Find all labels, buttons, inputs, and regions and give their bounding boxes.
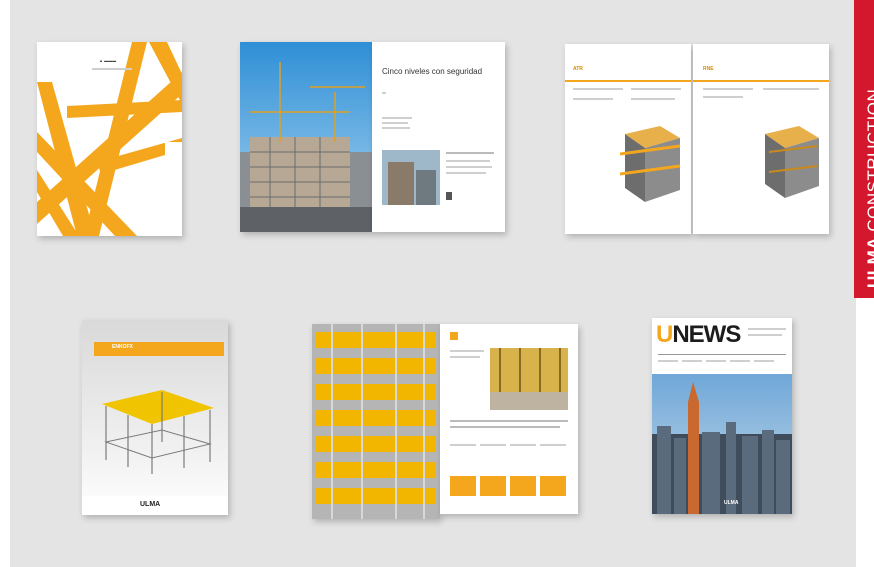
text-line	[631, 88, 681, 90]
brochure-cover-unews: UNEWS ULMA	[652, 318, 792, 514]
text-line	[730, 360, 750, 362]
unews-title: UNEWS	[656, 321, 741, 348]
text-line	[446, 152, 494, 154]
table-formwork-render	[102, 390, 214, 474]
feature-tile	[540, 476, 566, 496]
brochure-cover-table-formwork: ENKOFX ULMA	[82, 320, 228, 515]
spread5-right-page	[440, 324, 578, 514]
text-line	[450, 350, 484, 352]
text-line	[573, 98, 613, 100]
cover-logo: ▲ ▬▬▬	[99, 58, 117, 63]
left-product-code: ATR	[573, 66, 583, 72]
qr-code-icon	[446, 192, 452, 200]
text-line	[446, 172, 486, 174]
title-rest: NEWS	[672, 321, 741, 348]
text-line	[450, 356, 480, 358]
formwork-render	[765, 126, 819, 198]
feature-tile	[510, 476, 536, 496]
header-rule	[658, 354, 786, 355]
text-line	[573, 88, 623, 90]
brand-bold: ULMA	[864, 236, 874, 288]
text-line	[446, 166, 492, 168]
cover-product-name: ENKOFX	[112, 344, 133, 350]
feature-tile	[480, 476, 506, 496]
scaffolding-photo	[312, 324, 440, 519]
section-marker	[450, 332, 458, 340]
brand-sidebar: ULMA CONSTRUCTION	[854, 0, 874, 298]
spread5-left-photo	[312, 324, 440, 519]
formwork-render	[620, 126, 681, 202]
text-line	[706, 360, 726, 362]
feature-tile	[450, 476, 476, 496]
text-line	[763, 88, 819, 90]
text-line	[480, 444, 506, 446]
title-accent: U	[656, 321, 673, 348]
text-line	[382, 117, 412, 119]
text-line	[682, 360, 702, 362]
spread2-left-photo	[240, 42, 372, 232]
bullet-line	[382, 92, 386, 94]
inset-building-photo	[382, 150, 440, 205]
cover-header-band: ENKOFX	[94, 342, 224, 356]
city-skyline-photo	[652, 374, 792, 514]
text-line	[450, 444, 476, 446]
brand-wordmark: ULMA CONSTRUCTION	[864, 89, 874, 288]
spread2-heading: Cinco niveles con seguridad	[382, 67, 483, 76]
right-product-code: RNE	[703, 66, 714, 72]
text-line	[754, 360, 774, 362]
spread3-right-page: RNE	[693, 44, 829, 234]
text-line	[510, 444, 536, 446]
brand-light: CONSTRUCTION	[864, 88, 874, 232]
accent-rule	[565, 80, 691, 82]
text-line	[382, 122, 408, 124]
text-line	[450, 426, 560, 428]
text-line	[658, 360, 678, 362]
text-line	[450, 420, 568, 422]
text-line	[631, 98, 675, 100]
cover-footer: ULMA	[82, 496, 228, 515]
text-line	[446, 160, 490, 162]
text-line	[748, 334, 782, 336]
construction-site-photo	[240, 42, 372, 232]
interior-formwork-photo	[490, 348, 568, 410]
spread3-left-page: ATR	[565, 44, 691, 234]
text-line	[703, 88, 753, 90]
spread2-right-page: Cinco niveles con seguridad	[372, 42, 505, 232]
footer-logo: ULMA	[140, 501, 161, 508]
cover-subtitle-line	[92, 68, 132, 70]
unews-footer-logo: ULMA	[724, 500, 739, 506]
brochure-cover-geometric: ▲ ▬▬▬	[37, 42, 182, 236]
text-line	[540, 444, 566, 446]
text-line	[382, 127, 410, 129]
text-line	[748, 328, 786, 330]
geometric-pattern-graphic	[37, 42, 182, 236]
accent-rule	[693, 80, 829, 82]
text-line	[703, 96, 743, 98]
